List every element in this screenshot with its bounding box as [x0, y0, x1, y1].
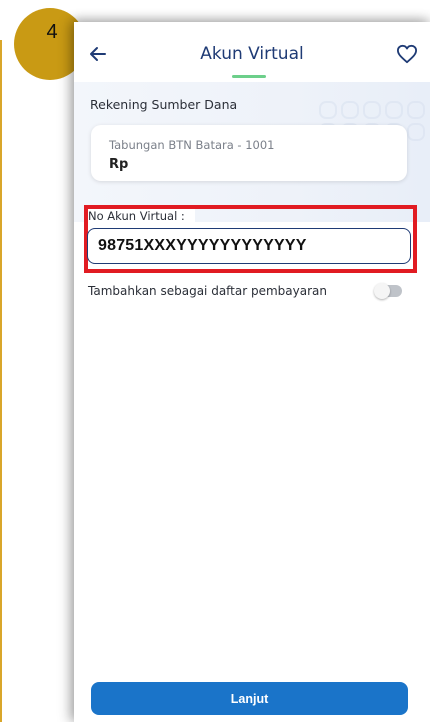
- toggle-knob: [374, 283, 390, 299]
- step-number: 4: [46, 20, 58, 43]
- title-underline: [232, 75, 266, 78]
- account-balance: Rp: [109, 157, 129, 172]
- virtual-account-label: No Akun Virtual :: [88, 209, 195, 223]
- page: 4 Akun Virtual Rekening Sumber Dana Tabu…: [0, 0, 430, 722]
- virtual-account-input[interactable]: 98751XXXYYYYYYYYYYYY: [87, 228, 411, 264]
- save-to-list-label: Tambahkan sebagai daftar pembayaran: [88, 284, 327, 298]
- save-to-list-toggle[interactable]: [374, 283, 402, 299]
- source-account-card[interactable]: Tabungan BTN Batara - 1001 Rp: [91, 125, 407, 181]
- account-name: Tabungan BTN Batara - 1001: [109, 138, 275, 152]
- gold-accent-line: [0, 40, 2, 722]
- app-header: Akun Virtual: [74, 22, 430, 82]
- source-account-label: Rekening Sumber Dana: [90, 97, 238, 112]
- virtual-account-value: 98751XXXYYYYYYYYYYYY: [98, 237, 307, 254]
- heart-icon[interactable]: [396, 44, 418, 64]
- page-title: Akun Virtual: [200, 44, 304, 64]
- continue-button[interactable]: Lanjut: [91, 682, 408, 715]
